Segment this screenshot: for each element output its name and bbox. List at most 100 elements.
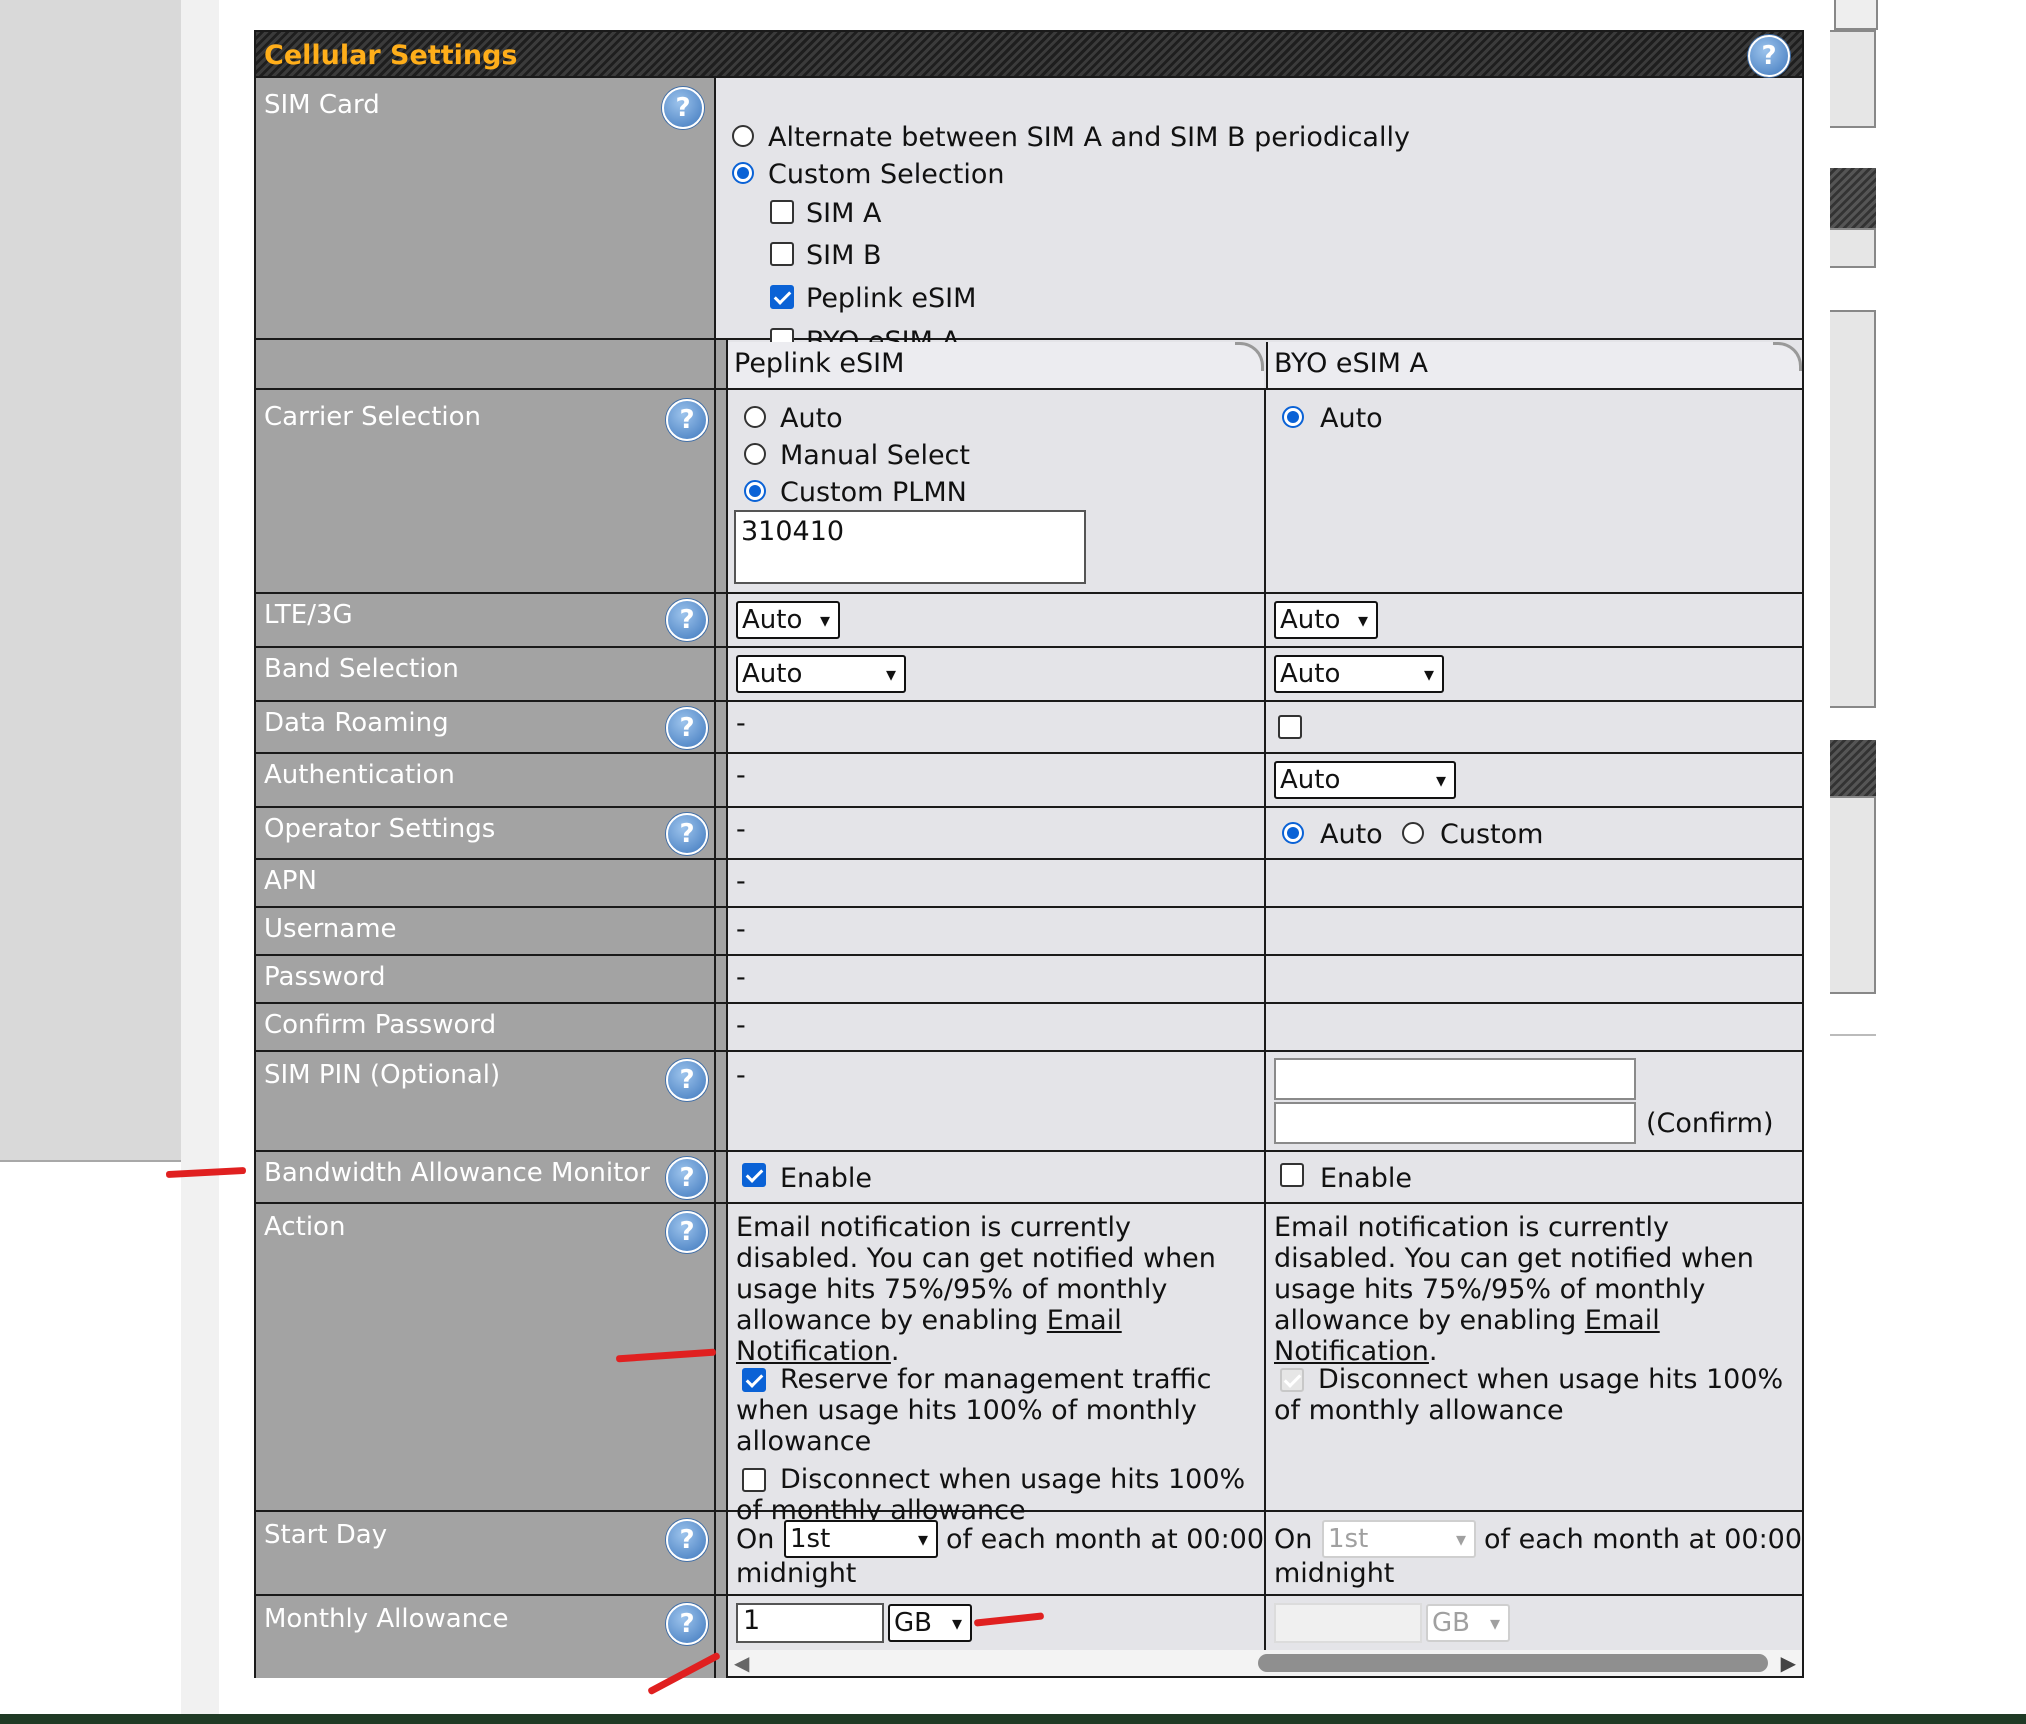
bandwidth-col2: Enable <box>1266 1152 1802 1202</box>
help-icon[interactable]: ? <box>666 1603 708 1645</box>
sim-pin-col2: (Confirm) <box>1266 1052 1802 1150</box>
row-label: SIM PIN (Optional) <box>264 1060 501 1090</box>
operator-custom-label: Custom <box>1440 819 1544 850</box>
operator-auto-radio[interactable] <box>1282 822 1304 844</box>
sim-pin-input[interactable] <box>1274 1058 1636 1100</box>
help-icon[interactable]: ? <box>666 1211 708 1253</box>
row-column-headers: Peplink eSIM BYO eSIM A <box>256 340 1802 390</box>
select-value: Auto <box>1280 765 1341 795</box>
confirm-password-col1: - <box>728 1004 1266 1050</box>
row-label: Monthly Allowance <box>264 1604 509 1634</box>
help-icon[interactable]: ? <box>662 87 704 129</box>
spacer-cell <box>716 648 728 700</box>
column-header-2[interactable]: BYO eSIM A <box>1266 340 1802 388</box>
band-select-col1[interactable]: Auto ▾ <box>736 655 906 693</box>
sim-mode-custom-radio[interactable] <box>732 162 754 184</box>
spacer-cell <box>716 1004 728 1050</box>
start-day-midnight: midnight <box>1274 1558 1395 1589</box>
operator-col1-value: - <box>736 814 746 845</box>
peplink-esim-checkbox[interactable] <box>770 285 794 309</box>
label-cell: LTE/3G ? <box>256 594 716 646</box>
row-monthly-allowance: Monthly Allowance ? 1 GB ▾ GB ▾ ◀ ▶ <box>256 1596 1802 1678</box>
sim-a-checkbox[interactable] <box>770 200 794 224</box>
help-icon[interactable]: ? <box>666 813 708 855</box>
row-bandwidth-monitor: Bandwidth Allowance Monitor ? Enable Ena… <box>256 1152 1802 1204</box>
sim-mode-alternate-radio[interactable] <box>732 125 754 147</box>
band-select-col2[interactable]: Auto ▾ <box>1274 655 1444 693</box>
horizontal-scrollbar[interactable]: ◀ ▶ <box>728 1650 1802 1676</box>
carrier-auto-radio[interactable] <box>744 406 766 428</box>
notice-text: Email notification is currently disabled… <box>736 1212 1216 1336</box>
label-cell: Carrier Selection ? <box>256 390 716 592</box>
right-panel-1 <box>1830 30 1876 128</box>
column-header-2-label: BYO eSIM A <box>1274 348 1428 379</box>
start-day-select-col1[interactable]: 1st ▾ <box>784 1520 938 1558</box>
spacer-cell <box>716 390 728 592</box>
right-widget-top <box>1834 0 1878 30</box>
row-label: Carrier Selection <box>264 402 482 432</box>
bandwidth-enable-checkbox-col2[interactable] <box>1280 1163 1304 1187</box>
bandwidth-enable-label-col1: Enable <box>780 1163 872 1194</box>
row-label: APN <box>264 866 317 896</box>
allowance-unit-select-col1[interactable]: GB ▾ <box>888 1604 972 1642</box>
custom-plmn-textarea[interactable]: 310410 <box>734 510 1086 584</box>
help-icon[interactable]: ? <box>666 1519 708 1561</box>
monthly-allowance-input[interactable]: 1 <box>736 1603 884 1643</box>
help-icon[interactable]: ? <box>666 1059 708 1101</box>
sim-b-checkbox[interactable] <box>770 242 794 266</box>
operator-col2: Auto Custom <box>1266 808 1802 858</box>
notice-end: . <box>1428 1336 1438 1367</box>
bandwidth-enable-checkbox-col1[interactable] <box>742 1163 766 1187</box>
lte-select-col1[interactable]: Auto ▾ <box>736 601 840 639</box>
carrier-manual-radio[interactable] <box>744 443 766 465</box>
row-label: SIM Card <box>264 90 380 120</box>
help-icon[interactable]: ? <box>666 399 708 441</box>
sim-pin-confirm-input[interactable] <box>1274 1102 1636 1144</box>
carrier-custom-plmn-label: Custom PLMN <box>780 477 967 508</box>
email-notice: Email notification is currently disabled… <box>1274 1212 1798 1367</box>
scrollbar-thumb[interactable] <box>1258 1654 1768 1672</box>
help-icon[interactable]: ? <box>666 707 708 749</box>
select-value: GB <box>1432 1608 1470 1638</box>
row-data-roaming: Data Roaming ? - <box>256 702 1802 754</box>
carrier-col2: Auto <box>1266 390 1802 592</box>
data-roaming-checkbox[interactable] <box>1278 715 1302 739</box>
monthly-allowance-input-col2[interactable] <box>1274 1603 1422 1643</box>
select-value: Auto <box>1280 659 1341 689</box>
scroll-left-arrow-icon[interactable]: ◀ <box>734 1650 749 1676</box>
label-cell: Operator Settings ? <box>256 808 716 858</box>
authentication-select[interactable]: Auto ▾ <box>1274 761 1456 799</box>
spacer-cell <box>716 908 728 954</box>
carrier-custom-plmn-radio[interactable] <box>744 480 766 502</box>
operator-custom-radio[interactable] <box>1402 822 1424 844</box>
chevron-down-icon: ▾ <box>1423 662 1434 686</box>
column-header-1[interactable]: Peplink eSIM <box>728 340 1264 388</box>
auth-col1: - <box>728 754 1266 806</box>
confirm-password-col2 <box>1266 1004 1802 1050</box>
password-col2 <box>1266 956 1802 1002</box>
row-label: Authentication <box>264 760 455 790</box>
row-username: Username - <box>256 908 1802 956</box>
action-col2: Email notification is currently disabled… <box>1266 1204 1802 1510</box>
row-label: Operator Settings <box>264 814 496 844</box>
auth-col1-value: - <box>736 760 746 791</box>
cellular-settings-panel: Cellular Settings ? SIM Card ? Alternate… <box>254 30 1804 1678</box>
row-label: Confirm Password <box>264 1010 497 1040</box>
username-col2 <box>1266 908 1802 954</box>
lte-select-col2[interactable]: Auto ▾ <box>1274 601 1378 639</box>
label-cell: SIM Card ? <box>256 78 716 338</box>
password-col1: - <box>728 956 1266 1002</box>
carrier-auto-radio-col2[interactable] <box>1282 406 1304 428</box>
sim-a-label: SIM A <box>806 198 882 229</box>
help-icon[interactable]: ? <box>1748 35 1790 77</box>
username-col1: - <box>728 908 1266 954</box>
scroll-right-arrow-icon[interactable]: ▶ <box>1781 1650 1796 1676</box>
allowance-unit-select-col2[interactable]: GB ▾ <box>1426 1604 1510 1642</box>
spacer-cell <box>716 808 728 858</box>
right-panel-header-2 <box>1830 168 1876 228</box>
select-value: Auto <box>1280 605 1341 635</box>
page-gutter <box>181 0 219 1718</box>
help-icon[interactable]: ? <box>666 599 708 641</box>
start-day-select-col2[interactable]: 1st ▾ <box>1322 1520 1476 1558</box>
help-icon[interactable]: ? <box>666 1157 708 1199</box>
